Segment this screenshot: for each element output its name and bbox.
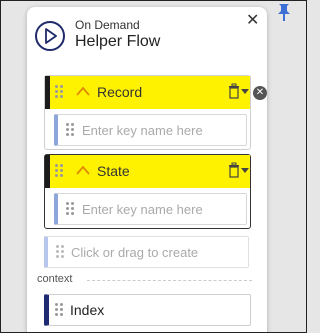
context-section-label: context xyxy=(37,273,73,285)
panel-header: On Demand Helper Flow ✕ xyxy=(27,7,267,63)
record-block[interactable]: Record Enter key name here xyxy=(44,75,251,150)
state-block-label: State xyxy=(97,163,130,179)
state-block-header[interactable]: State xyxy=(45,155,250,188)
drag-handle-icon[interactable] xyxy=(55,303,63,317)
state-block[interactable]: State Enter key name here xyxy=(44,154,251,229)
pin-icon[interactable] xyxy=(275,2,293,22)
record-block-label: Record xyxy=(97,84,143,100)
caret-down-icon[interactable] xyxy=(241,89,249,94)
close-icon[interactable]: ✕ xyxy=(246,13,259,29)
context-item-index[interactable]: Index xyxy=(44,294,251,326)
panel-title: Helper Flow xyxy=(75,33,161,50)
create-slot-text: Click or drag to create xyxy=(71,245,199,260)
drag-handle-icon xyxy=(56,245,64,259)
flow-type-label: On Demand xyxy=(75,18,140,32)
create-drop-slot[interactable]: Click or drag to create xyxy=(44,236,249,268)
key-name-placeholder: Enter key name here xyxy=(82,123,203,138)
play-circle-icon xyxy=(35,21,65,51)
remove-circle-icon[interactable]: ✕ xyxy=(253,86,267,100)
record-block-header[interactable]: Record xyxy=(45,76,250,109)
context-divider xyxy=(87,280,252,281)
drag-handle-icon[interactable] xyxy=(66,202,74,216)
key-name-placeholder: Enter key name here xyxy=(82,202,203,217)
chevron-up-icon[interactable] xyxy=(75,163,91,175)
chevron-up-icon[interactable] xyxy=(75,84,91,96)
drag-handle-icon[interactable] xyxy=(66,123,74,137)
context-item-label: Index xyxy=(70,302,105,318)
trash-icon[interactable] xyxy=(228,162,240,178)
drag-handle-icon[interactable] xyxy=(55,164,63,178)
drag-handle-icon[interactable] xyxy=(55,85,63,99)
trash-icon[interactable] xyxy=(228,83,240,99)
state-key-input[interactable]: Enter key name here xyxy=(54,193,247,225)
record-key-input[interactable]: Enter key name here xyxy=(54,114,247,146)
caret-down-icon[interactable] xyxy=(241,168,249,173)
helper-flow-panel: On Demand Helper Flow ✕ Record Enter key… xyxy=(27,7,267,333)
